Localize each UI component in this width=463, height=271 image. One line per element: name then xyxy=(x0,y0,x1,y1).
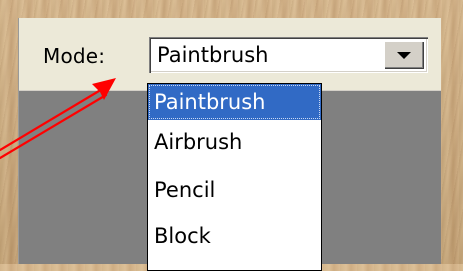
mode-option-airbrush[interactable]: Airbrush xyxy=(148,124,321,160)
mode-selected-value: Paintbrush xyxy=(157,43,269,67)
mode-dropdown-button[interactable] xyxy=(384,41,424,69)
toolbar-area: Mode: Paintbrush xyxy=(19,18,441,90)
mode-label: Mode: xyxy=(43,44,106,68)
mode-option-paintbrush[interactable]: Paintbrush xyxy=(148,84,321,120)
mode-option-pencil[interactable]: Pencil xyxy=(148,172,321,208)
mode-dropdown-list: Paintbrush Airbrush Pencil Block xyxy=(147,83,322,271)
chevron-down-icon xyxy=(397,52,411,59)
tool-panel: Mode: Paintbrush Paintbrush Airbrush Pen… xyxy=(18,18,441,271)
mode-select[interactable]: Paintbrush xyxy=(149,37,428,73)
mode-option-block[interactable]: Block xyxy=(148,218,321,254)
